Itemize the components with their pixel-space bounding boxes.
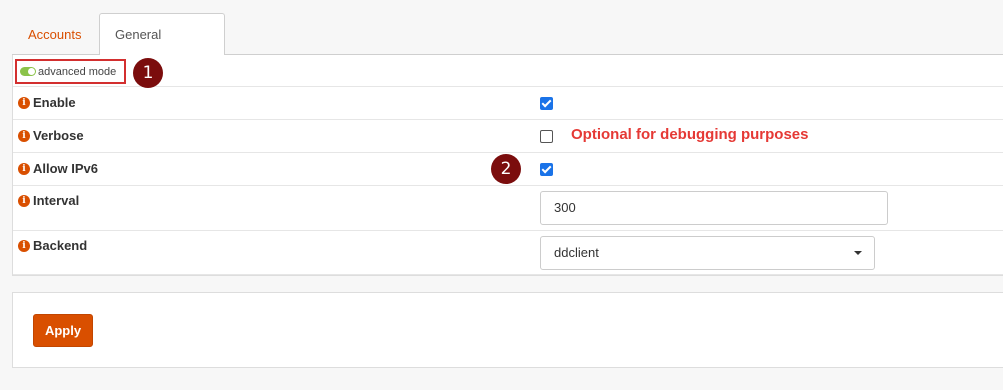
interval-input[interactable]: 300 bbox=[540, 191, 888, 225]
interval-label: Interval bbox=[33, 193, 80, 208]
callout-badge-2: 2 bbox=[491, 154, 521, 184]
advanced-mode-highlight: advanced mode bbox=[15, 59, 126, 84]
info-icon[interactable]: i bbox=[18, 195, 30, 207]
info-icon[interactable]: i bbox=[18, 163, 30, 175]
info-icon[interactable]: i bbox=[18, 240, 30, 252]
caret-down-icon bbox=[854, 251, 862, 255]
interval-row: i Interval 300 bbox=[13, 186, 1003, 231]
enable-row: i Enable bbox=[13, 87, 1003, 120]
allow-ipv6-label: Allow IPv6 bbox=[33, 161, 99, 176]
apply-panel: Apply bbox=[12, 292, 1003, 368]
general-settings-panel: advanced mode 1 i Enable i Verbose Optio… bbox=[12, 55, 1003, 276]
enable-label: Enable bbox=[33, 95, 76, 110]
backend-select[interactable]: ddclient bbox=[540, 236, 875, 270]
verbose-note: Optional for debugging purposes bbox=[571, 126, 809, 143]
tab-bar: Accounts General settings bbox=[12, 13, 1003, 84]
verbose-label: Verbose bbox=[33, 128, 84, 143]
allow-ipv6-checkbox[interactable] bbox=[540, 163, 553, 176]
info-icon[interactable]: i bbox=[18, 130, 30, 142]
enable-checkbox[interactable] bbox=[540, 97, 553, 110]
backend-row: i Backend ddclient bbox=[13, 231, 1003, 275]
backend-select-value: ddclient bbox=[554, 245, 599, 260]
info-icon[interactable]: i bbox=[18, 97, 30, 109]
callout-badge-1: 1 bbox=[133, 58, 163, 88]
verbose-row: i Verbose Optional for debugging purpose… bbox=[13, 120, 1003, 153]
backend-label: Backend bbox=[33, 238, 88, 253]
advanced-mode-row: advanced mode 1 bbox=[13, 55, 1003, 88]
verbose-checkbox[interactable] bbox=[540, 130, 553, 143]
tab-accounts[interactable]: Accounts bbox=[12, 13, 97, 55]
allow-ipv6-row: i Allow IPv6 2 bbox=[13, 153, 1003, 186]
tab-general-settings[interactable]: General settings bbox=[99, 13, 225, 84]
advanced-mode-label: advanced mode bbox=[38, 65, 117, 78]
advanced-mode-toggle[interactable] bbox=[20, 67, 36, 76]
apply-button[interactable]: Apply bbox=[33, 314, 93, 347]
